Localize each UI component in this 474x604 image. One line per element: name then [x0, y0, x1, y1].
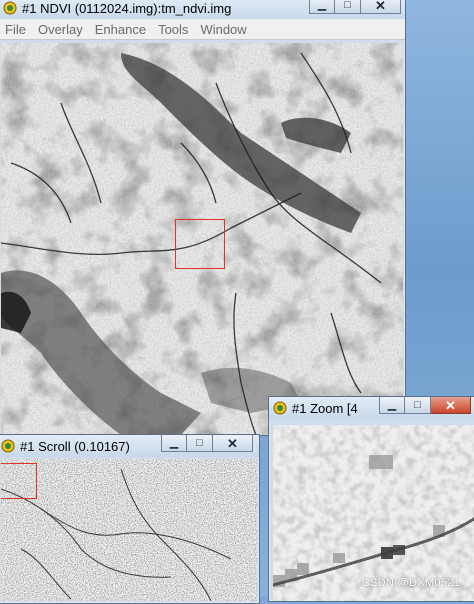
minimize-icon: ▁	[317, 0, 327, 11]
menu-window[interactable]: Window	[194, 22, 252, 37]
main-menubar: File Overlay Enhance Tools Window	[0, 19, 405, 40]
maximize-button[interactable]: □	[335, 0, 361, 14]
zoom-window-caption-buttons: ▁ □ ✕	[379, 397, 471, 415]
menu-enhance[interactable]: Enhance	[89, 22, 152, 37]
maximize-icon: □	[344, 0, 351, 11]
ndvi-image-view[interactable]	[1, 43, 403, 435]
menu-overlay[interactable]: Overlay	[32, 22, 89, 37]
maximize-icon: □	[414, 398, 421, 411]
minimize-icon: ▁	[169, 436, 179, 449]
close-icon: ✕	[445, 397, 456, 413]
zoom-raster	[273, 425, 474, 601]
maximize-button[interactable]: □	[405, 397, 431, 414]
main-window-caption-buttons: ▁ □ ✕	[309, 0, 401, 15]
zoom-window-title: #1 Zoom [4	[292, 400, 358, 416]
main-window-title: #1 NDVI (0112024.img):tm_ndvi.img	[22, 0, 232, 16]
scroll-raster	[1, 459, 257, 601]
close-button[interactable]: ✕	[431, 397, 471, 414]
close-button[interactable]: ✕	[213, 435, 253, 452]
scroll-image-view[interactable]	[1, 459, 257, 601]
menu-file[interactable]: File	[0, 22, 32, 37]
close-icon: ✕	[375, 0, 386, 13]
scroll-window-title: #1 Scroll (0.10167)	[20, 438, 130, 454]
envi-app-icon	[3, 1, 17, 15]
main-image-window: #1 NDVI (0112024.img):tm_ndvi.img ▁ □ ✕ …	[0, 0, 406, 436]
menu-tools[interactable]: Tools	[152, 22, 194, 37]
scroll-window: #1 Scroll (0.10167) ▁ □ ✕	[0, 434, 260, 604]
maximize-icon: □	[196, 436, 203, 449]
minimize-button[interactable]: ▁	[379, 397, 405, 414]
minimize-button[interactable]: ▁	[309, 0, 335, 14]
scroll-selection-box[interactable]	[175, 219, 225, 269]
csdn-watermark: CSDN @DXM0521	[361, 577, 460, 589]
image-selection-box[interactable]	[1, 463, 37, 499]
close-button[interactable]: ✕	[361, 0, 401, 14]
maximize-button[interactable]: □	[187, 435, 213, 452]
zoom-image-view[interactable]	[273, 425, 474, 601]
zoom-window: #1 Zoom [4 ▁ □ ✕	[268, 396, 474, 602]
close-icon: ✕	[227, 435, 238, 451]
envi-app-icon	[1, 439, 15, 453]
minimize-button[interactable]: ▁	[161, 435, 187, 452]
minimize-icon: ▁	[387, 398, 397, 411]
envi-app-icon	[273, 401, 287, 415]
scroll-window-caption-buttons: ▁ □ ✕	[161, 435, 253, 453]
